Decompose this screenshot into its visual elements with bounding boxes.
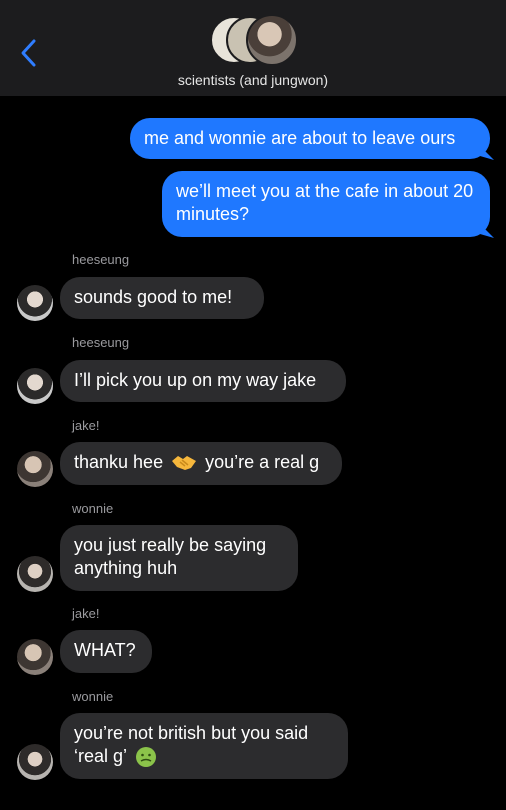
sender-name: heeseung <box>72 335 130 350</box>
message-text: me and wonnie are about to leave ours <box>144 128 456 148</box>
avatar[interactable] <box>17 639 53 675</box>
message-text: we’ll meet you at the cafe in about 20 m… <box>176 181 474 224</box>
outgoing-message-bubble[interactable]: we’ll meet you at the cafe in about 20 m… <box>162 171 490 237</box>
outgoing-message-bubble[interactable]: me and wonnie are about to leave ours <box>130 118 490 159</box>
sender-name: jake! <box>72 606 100 621</box>
conversation-header: scientists (and jungwon) <box>0 0 506 96</box>
bubble-tail <box>480 224 494 238</box>
message-text: I’ll pick you up on my way jake <box>74 370 317 390</box>
message-text: WHAT? <box>74 640 136 660</box>
sender-name: wonnie <box>72 501 114 516</box>
sender-name: jake! <box>72 418 100 433</box>
group-member-avatar <box>246 14 298 66</box>
bubble-tail <box>480 146 494 160</box>
avatar[interactable] <box>17 451 53 487</box>
incoming-message-bubble[interactable]: WHAT? <box>60 630 152 673</box>
avatar[interactable] <box>17 285 53 321</box>
message-text: you’re not british but you said <box>74 723 309 743</box>
sender-name: wonnie <box>72 689 114 704</box>
nauseated-face-icon <box>136 747 157 768</box>
sender-name: heeseung <box>72 252 130 267</box>
message-text: ‘real g’ <box>74 746 127 766</box>
message-text: you’re a real g <box>205 452 320 472</box>
message-text: you just really be saying anything huh <box>74 535 267 578</box>
avatar[interactable] <box>17 744 53 780</box>
avatar[interactable] <box>17 368 53 404</box>
group-avatar[interactable] <box>210 14 300 66</box>
incoming-message-bubble[interactable]: you’re not british but you said ‘real g’ <box>60 713 348 779</box>
incoming-message-bubble[interactable]: I’ll pick you up on my way jake <box>60 360 346 402</box>
incoming-message-bubble[interactable]: thanku hee you’re a real g <box>60 442 342 485</box>
avatar[interactable] <box>17 556 53 592</box>
incoming-message-bubble[interactable]: sounds good to me! <box>60 277 264 319</box>
conversation-title: scientists (and jungwon) <box>177 72 329 88</box>
handshake-icon <box>172 456 197 471</box>
message-text: thanku hee <box>74 452 164 472</box>
incoming-message-bubble[interactable]: you just really be saying anything huh <box>60 525 298 591</box>
chevron-left-icon[interactable] <box>16 38 42 68</box>
message-text: sounds good to me! <box>74 287 233 307</box>
